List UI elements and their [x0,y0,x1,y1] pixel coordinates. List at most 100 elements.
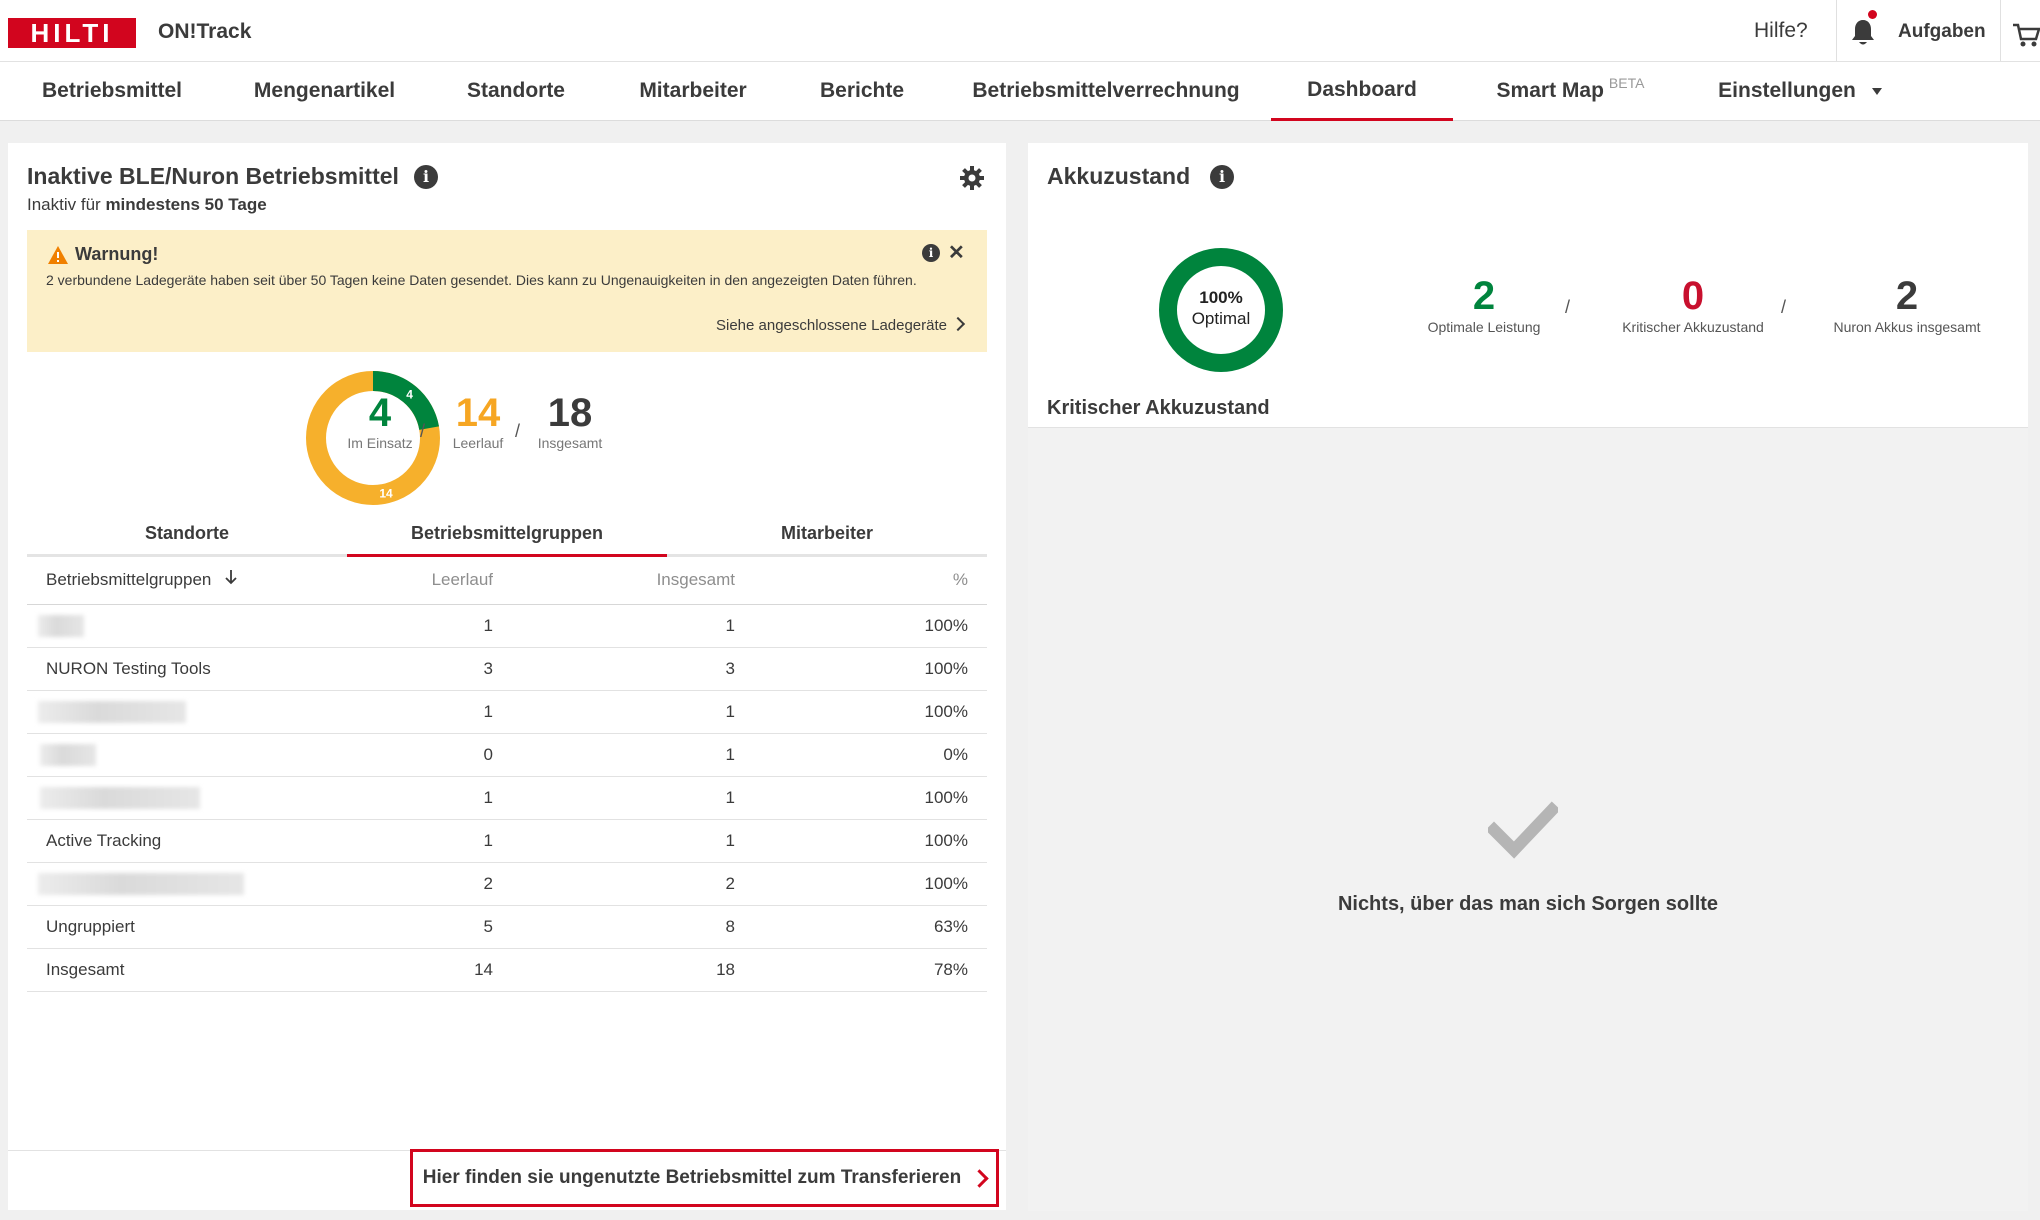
checkmark-icon [1488,801,1558,859]
inactive-tools-panel: Inaktive BLE/Nuron Betriebsmittel i Inak… [8,143,1006,1210]
warning-box: Warnung! i ✕ 2 verbundene Ladegeräte hab… [27,230,987,352]
main-navigation: Betriebsmittel Mengenartikel Standorte M… [0,62,2040,121]
row-name [27,604,407,648]
stat-idle-value: 14 [455,391,501,435]
nav-einstellungen[interactable]: Einstellungen [1700,62,1900,120]
subtitle-prefix: Inaktiv für [27,195,101,214]
row-percent: 100% [736,604,987,648]
row-idle: 1 [407,690,494,734]
row-total: 1 [494,604,736,648]
connected-chargers-link[interactable]: Siehe angeschlossene Ladegeräte [716,316,966,334]
row-name: Insgesamt [27,948,407,992]
info-icon[interactable]: i [414,165,438,189]
redacted-name [38,873,244,895]
nav-betriebsmittelverrechnung[interactable]: Betriebsmittelverrechnung [964,62,1248,120]
info-icon[interactable]: i [1210,165,1234,189]
grouping-tabs: Standorte Betriebsmittelgruppen Mitarbei… [27,520,987,557]
row-percent: 63% [736,905,987,949]
help-link[interactable]: Hilfe? [1754,19,1808,43]
info-icon[interactable]: i [922,244,940,262]
donut-idle-label: 14 [379,486,393,500]
table-row[interactable]: 1 1 100% [27,604,987,648]
stat-optimal-label: Optimale Leistung [1427,319,1541,335]
table-row[interactable]: Active Tracking 1 1 100% [27,819,987,863]
row-idle: 0 [407,733,494,777]
row-percent: 100% [736,862,987,906]
stat-total-batteries-value: 2 [1895,274,1919,318]
row-percent: 100% [736,776,987,820]
row-total: 18 [494,948,736,992]
separator: / [1565,297,1571,317]
table-row[interactable]: 1 1 100% [27,776,987,820]
battery-donut-chart: 100% Optimal [1159,248,1283,372]
divider [2000,0,2001,61]
warning-icon [48,246,68,264]
tab-betriebsmittelgruppen[interactable]: Betriebsmittelgruppen [347,520,667,557]
nav-mengenartikel[interactable]: Mengenartikel [232,62,417,120]
notification-dot [1868,10,1877,19]
stat-total-batteries-label: Nuron Akkus insgesamt [1833,319,1981,335]
cart-icon[interactable] [2012,22,2040,48]
row-percent: 78% [736,948,987,992]
column-header-idle[interactable]: Leerlauf [407,555,494,605]
stat-total-label: Insgesamt [537,435,603,451]
empty-state-message: Nichts, über das man sich Sorgen sollte [1337,893,1719,915]
table-row[interactable]: NURON Testing Tools 3 3 100% [27,647,987,691]
row-idle: 1 [407,776,494,820]
battery-status-panel: Akkuzustand i 100% Optimal 2 Optimale Le… [1028,143,2028,1211]
row-idle: 3 [407,647,494,691]
row-idle: 14 [407,948,494,992]
column-header-groups[interactable]: Betriebsmittelgruppen [27,555,407,605]
redacted-name [40,787,200,809]
hilti-logo[interactable]: HILTI [8,18,136,48]
separator: / [420,421,426,441]
row-total: 1 [494,690,736,734]
column-header-total[interactable]: Insgesamt [494,555,736,605]
tab-mitarbeiter[interactable]: Mitarbeiter [667,520,987,554]
stat-in-use-label: Im Einsatz [347,435,413,451]
table-total-row: Insgesamt 14 18 78% [27,948,987,992]
close-icon[interactable]: ✕ [948,240,965,265]
nav-standorte[interactable]: Standorte [448,62,584,120]
panel-subtitle: Inaktiv für mindestens 50 Tage [27,195,267,215]
row-total: 1 [494,819,736,863]
row-percent: 0% [736,733,987,777]
transfer-unused-tools-link[interactable]: Hier finden sie ungenutzte Betriebsmitte… [410,1149,999,1207]
stat-optimal: 2 Optimale Leistung [1404,273,1564,335]
nav-smart-map[interactable]: Smart Map BETA [1478,62,1663,120]
table-row[interactable]: Ungruppiert 5 8 63% [27,905,987,949]
column-header-label: Betriebsmittelgruppen [46,570,212,589]
chevron-right-icon [950,316,966,332]
row-percent: 100% [736,690,987,734]
critical-section-title: Kritischer Akkuzustand [1047,397,1270,419]
chevron-right-icon [970,1168,989,1188]
nav-dashboard[interactable]: Dashboard [1271,62,1453,121]
nav-mitarbeiter[interactable]: Mitarbeiter [620,62,766,120]
panel-title: Inaktive BLE/Nuron Betriebsmittel [27,163,399,189]
nav-einstellungen-label: Einstellungen [1718,79,1856,102]
table-row[interactable]: 1 1 100% [27,690,987,734]
row-total: 1 [494,733,736,777]
row-idle: 1 [407,604,494,648]
row-total: 3 [494,647,736,691]
tasks-link[interactable]: Aufgaben [1898,21,1986,43]
subtitle-bold: mindestens 50 Tage [105,195,267,214]
bell-icon[interactable] [1850,18,1876,46]
nav-berichte[interactable]: Berichte [800,62,924,120]
tab-standorte[interactable]: Standorte [27,520,347,554]
row-name [27,733,407,777]
stat-idle-label: Leerlauf [452,435,504,451]
table-row[interactable]: 2 2 100% [27,862,987,906]
gear-icon[interactable] [959,165,985,191]
donut-label: Optimal [1192,309,1251,328]
divider [1836,0,1837,61]
transfer-link-label: Hier finden sie ungenutzte Betriebsmitte… [422,1167,962,1188]
row-total: 2 [494,862,736,906]
row-total: 8 [494,905,736,949]
column-header-percent[interactable]: % [736,555,987,605]
nav-betriebsmittel[interactable]: Betriebsmittel [22,62,202,120]
table-row[interactable]: 0 1 0% [27,733,987,777]
stat-in-use: 4 Im Einsatz [330,391,430,451]
caret-down-icon [1871,87,1882,95]
redacted-name [38,615,84,637]
